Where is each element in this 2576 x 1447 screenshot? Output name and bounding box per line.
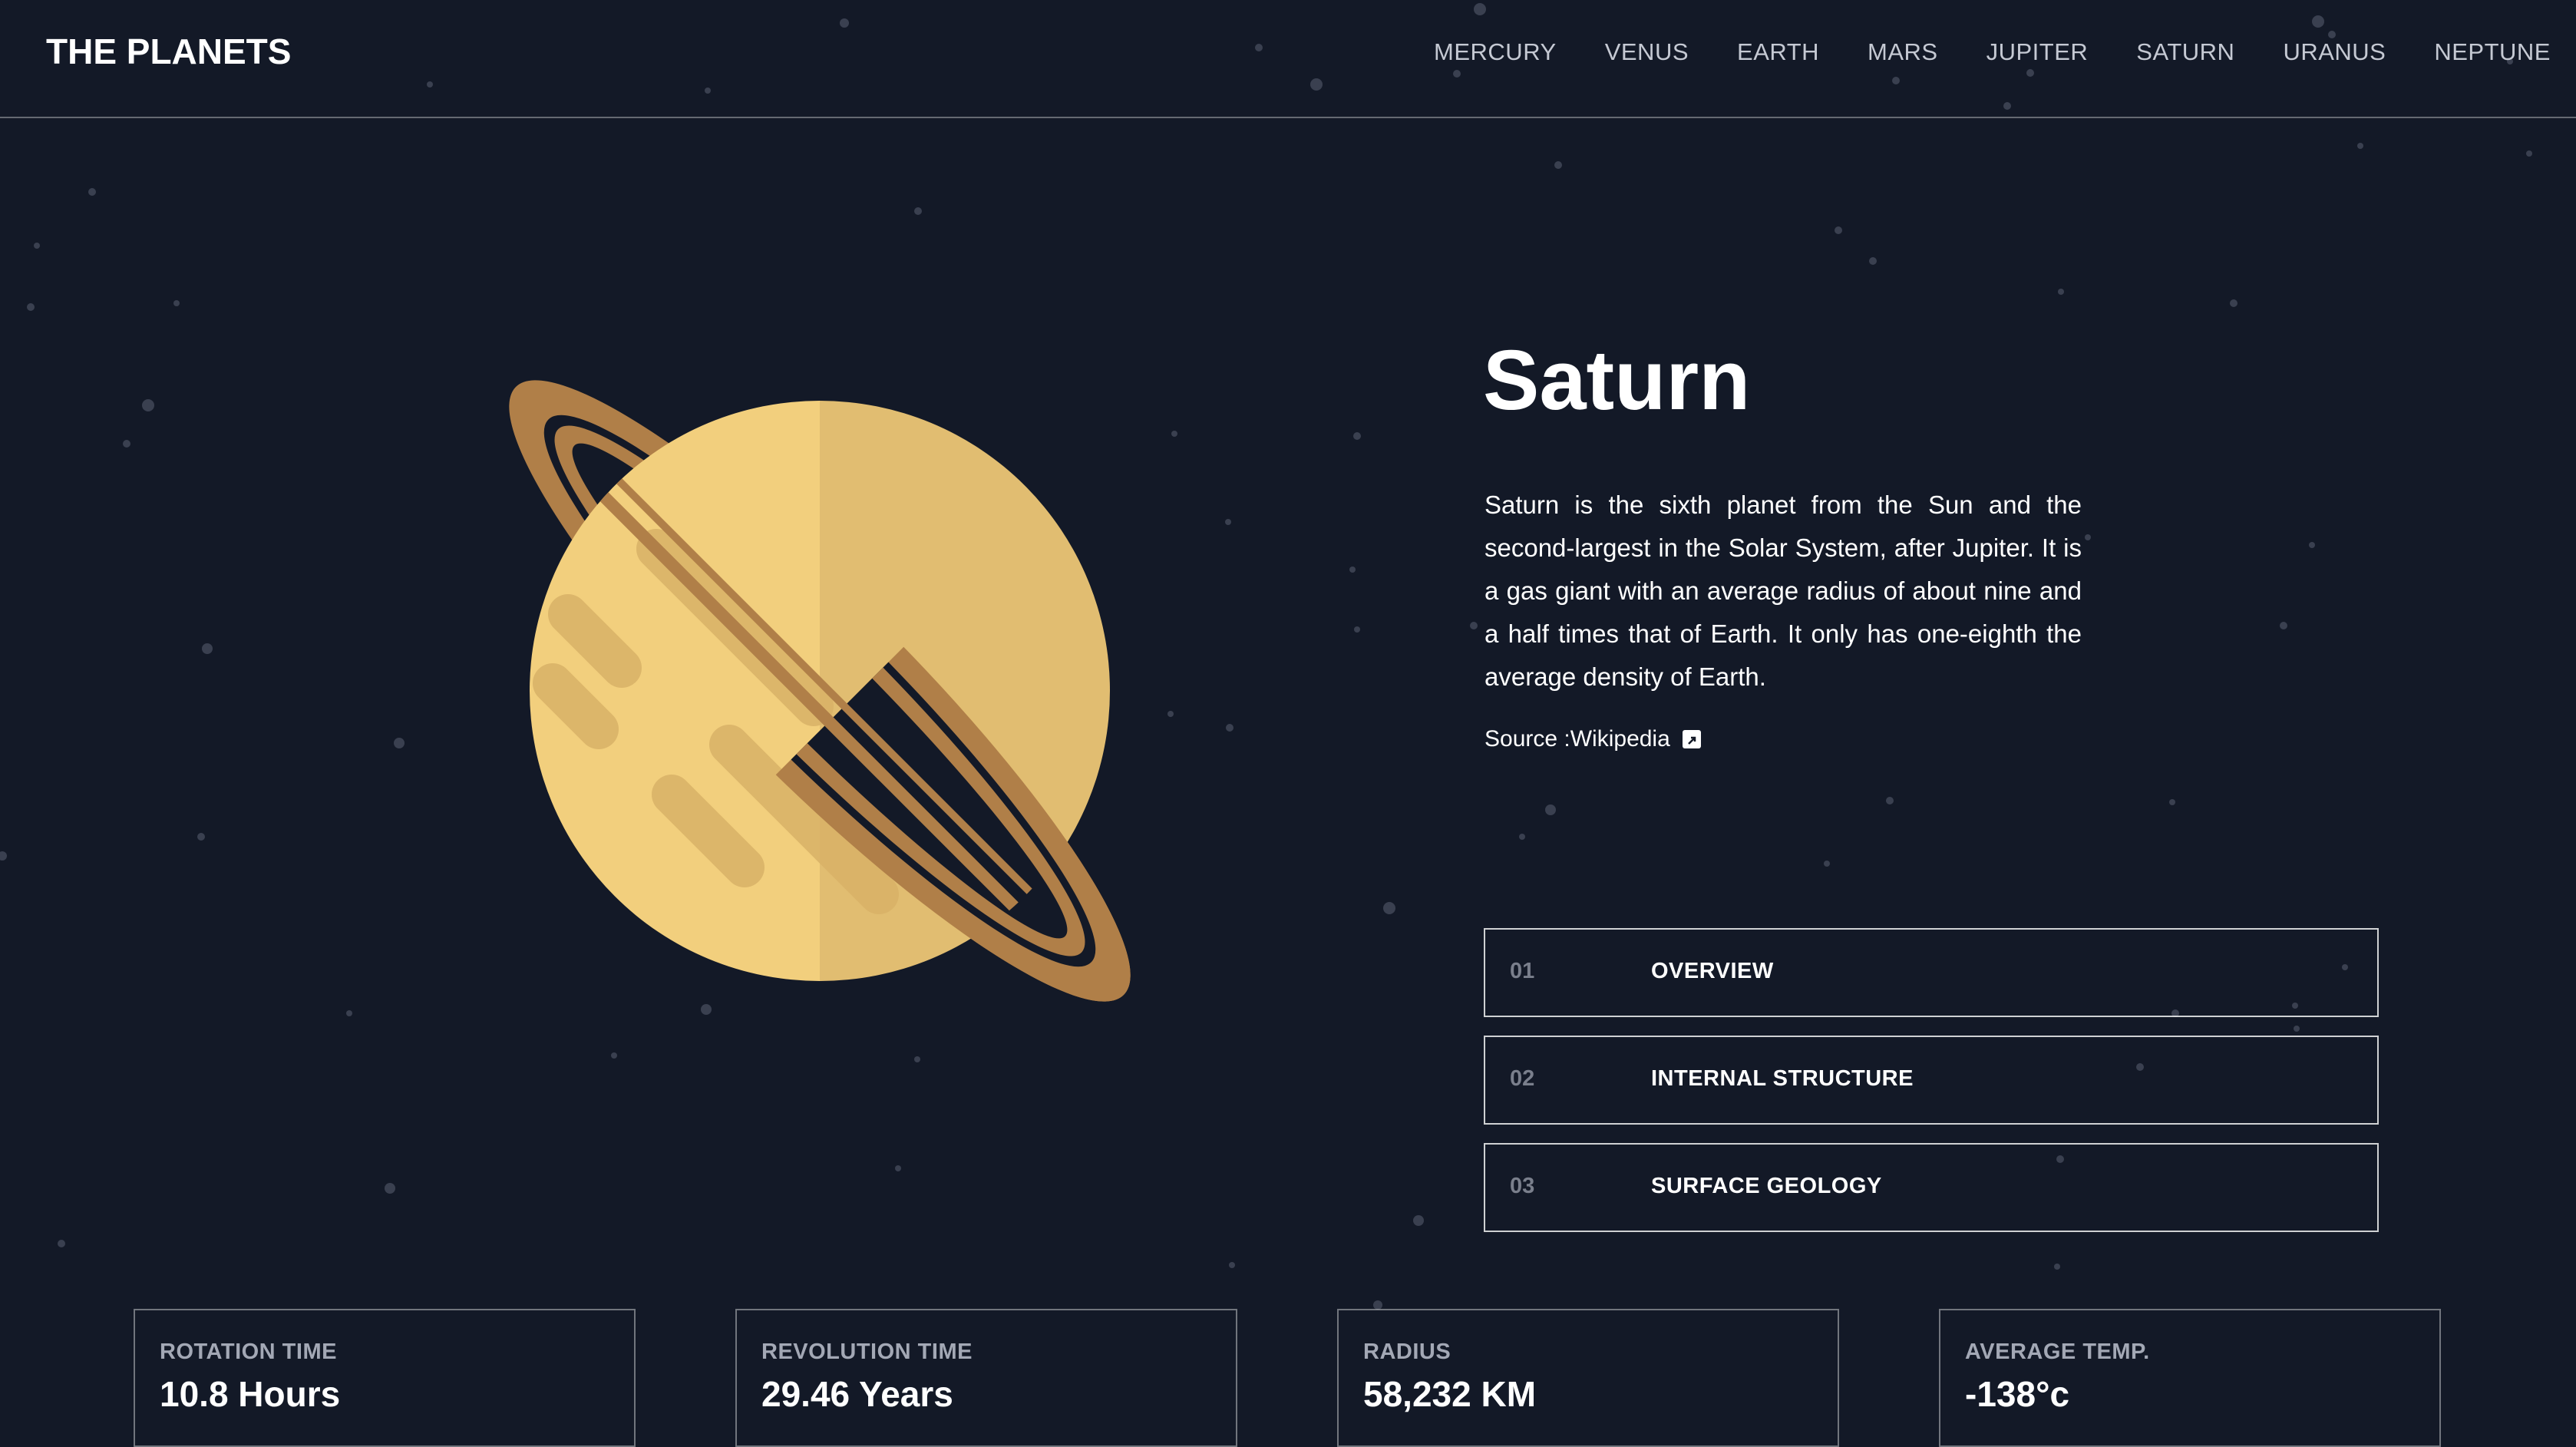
planet-stats: ROTATION TIME 10.8 Hours REVOLUTION TIME… [134,1309,2441,1447]
stat-value: -138°c [1965,1374,2070,1414]
nav-item-venus[interactable]: VENUS [1605,38,1689,66]
stat-value: 29.46 Years [761,1374,953,1414]
tab-number: 01 [1510,959,1535,983]
stat-label: ROTATION TIME [160,1340,337,1364]
external-link-icon[interactable] [1682,730,1701,748]
stat-value: 58,232 KM [1363,1374,1537,1414]
nav-item-earth[interactable]: EARTH [1737,38,1819,66]
planet-title: Saturn [1483,333,1751,428]
planet-description: Saturn is the sixth planet from the Sun … [1485,491,2082,691]
tab-number: 02 [1510,1066,1535,1091]
stat-average-temp: AVERAGE TEMP. -138°c [1939,1309,2441,1447]
tab-overview[interactable]: 01 OVERVIEW [1484,928,2379,1017]
tab-internal-structure[interactable]: 02 INTERNAL STRUCTURE [1484,1036,2379,1125]
nav-item-mars[interactable]: MARS [1868,38,1938,66]
source-link[interactable]: Wikipedia [1570,726,1670,752]
tab-label: SURFACE GEOLOGY [1651,1174,1882,1198]
stat-label: AVERAGE TEMP. [1965,1340,2150,1364]
saturn-illustration [384,292,1259,1167]
nav-item-mercury[interactable]: MERCURY [1434,38,1557,66]
stat-label: RADIUS [1363,1340,1451,1364]
nav-item-jupiter[interactable]: JUPITER [1986,38,2089,66]
source-line: Source : Wikipedia [1485,726,1701,752]
nav-item-neptune[interactable]: NEPTUNE [2434,38,2551,66]
source-label: Source : [1485,726,1570,752]
stat-revolution-time: REVOLUTION TIME 29.46 Years [735,1309,1237,1447]
nav-item-uranus[interactable]: URANUS [2283,38,2386,66]
stat-label: REVOLUTION TIME [761,1340,973,1364]
tab-surface-geology[interactable]: 03 SURFACE GEOLOGY [1484,1143,2379,1232]
tab-label: INTERNAL STRUCTURE [1651,1066,1914,1091]
stat-value: 10.8 Hours [160,1374,341,1414]
site-header: THE PLANETS MERCURY VENUS EARTH MARS JUP… [0,0,2576,118]
planet-nav: MERCURY VENUS EARTH MARS JUPITER SATURN … [1385,38,2551,66]
tab-number: 03 [1510,1174,1535,1198]
stat-rotation-time: ROTATION TIME 10.8 Hours [134,1309,636,1447]
tab-label: OVERVIEW [1651,959,1774,983]
stat-radius: RADIUS 58,232 KM [1337,1309,1839,1447]
site-logo[interactable]: THE PLANETS [46,31,291,72]
content-tabs: 01 OVERVIEW 02 INTERNAL STRUCTURE 03 SUR… [1484,928,2379,1250]
nav-item-saturn[interactable]: SATURN [2136,38,2234,66]
